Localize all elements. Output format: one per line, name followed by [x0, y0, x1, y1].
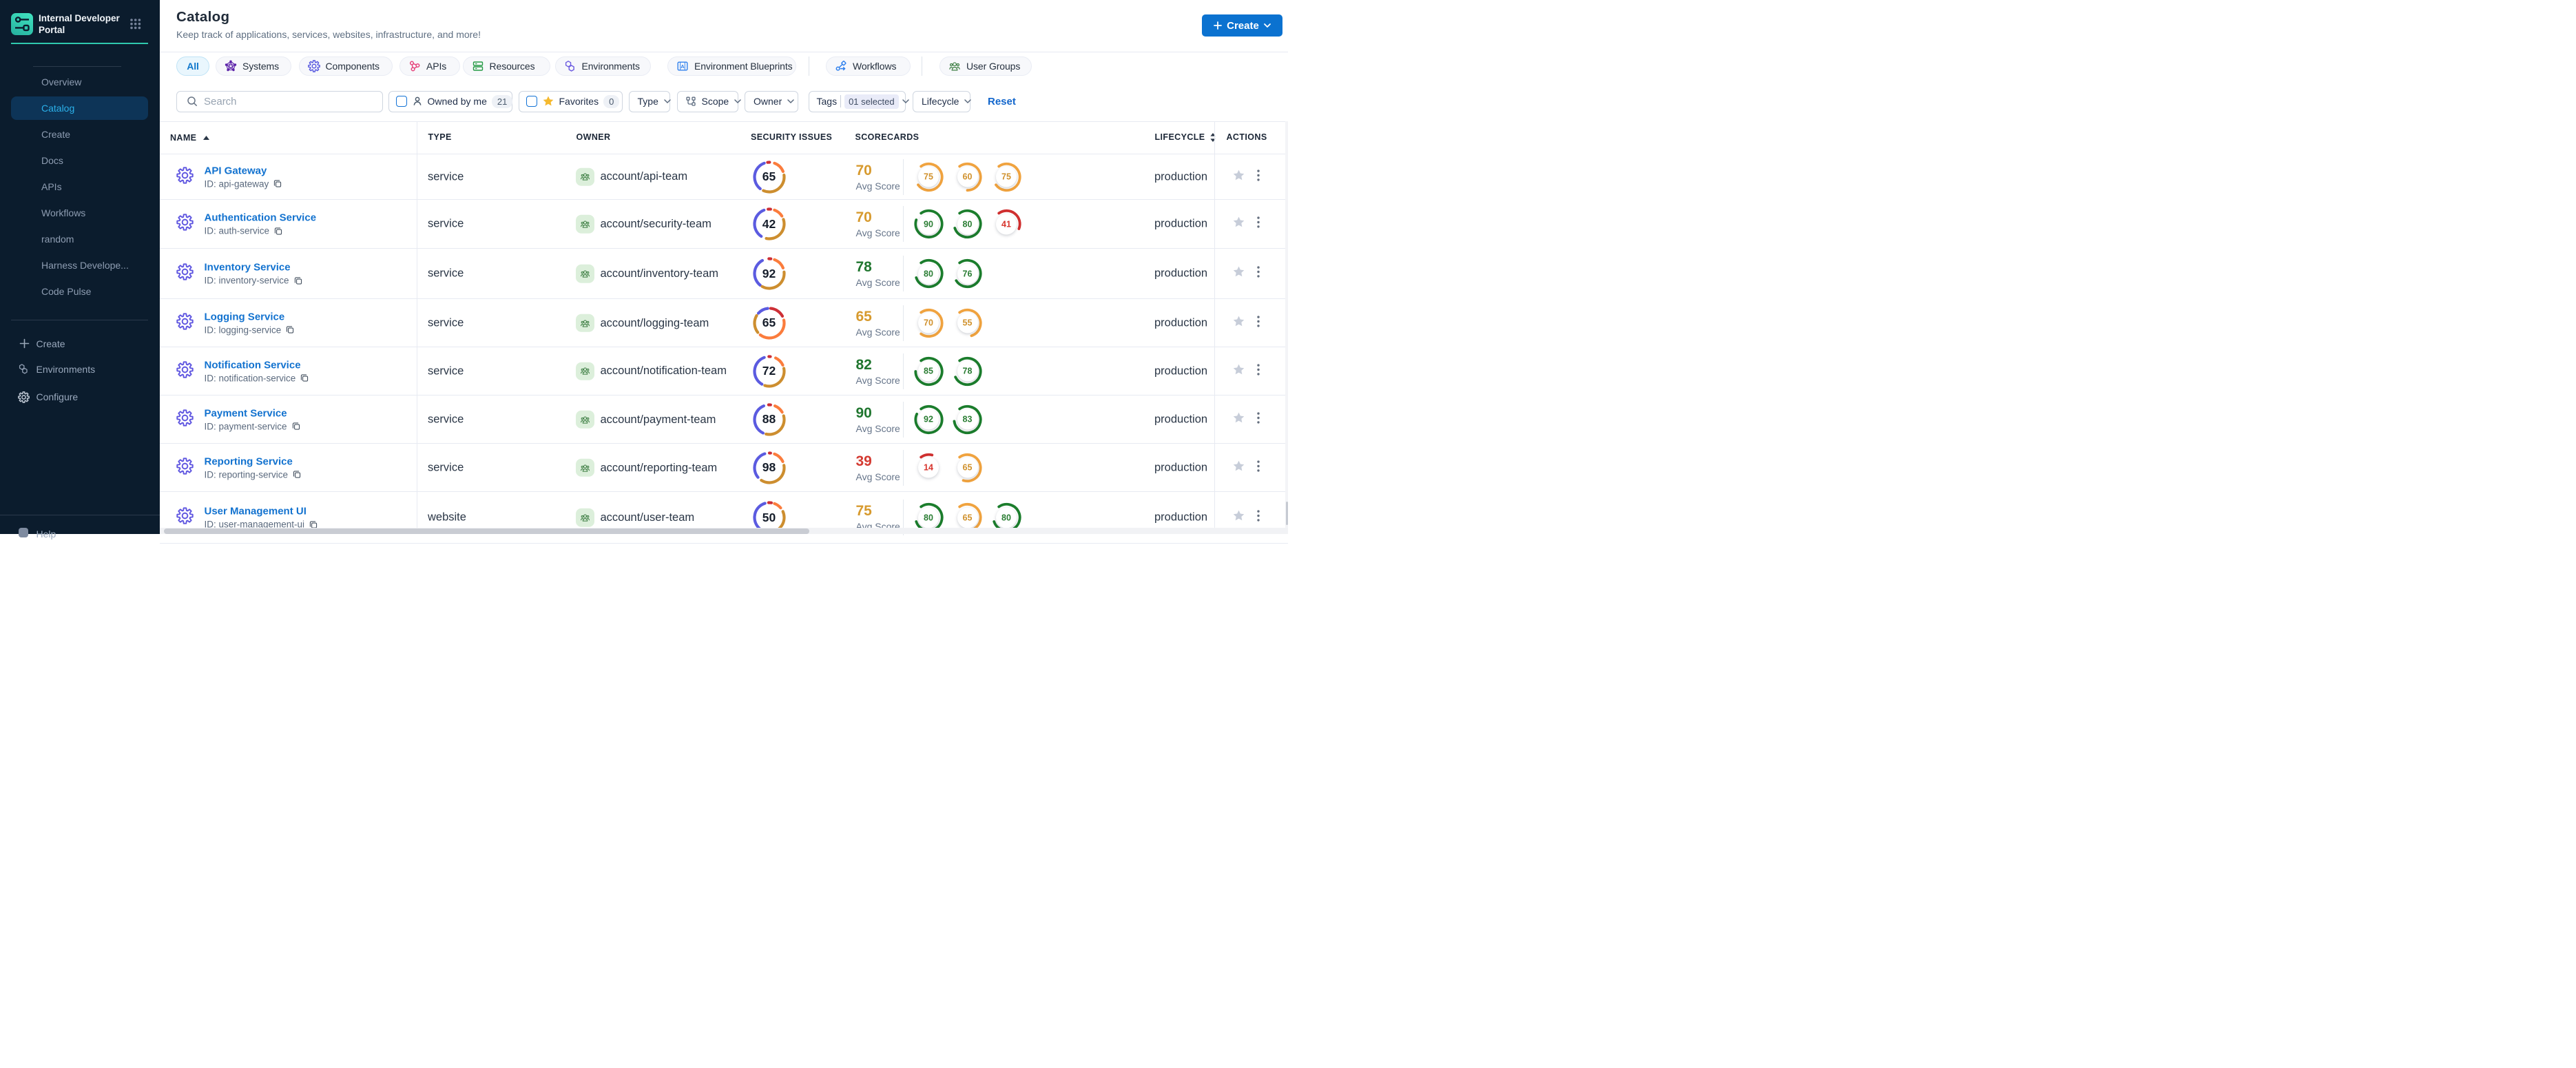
svg-text:A: A: [681, 63, 685, 70]
